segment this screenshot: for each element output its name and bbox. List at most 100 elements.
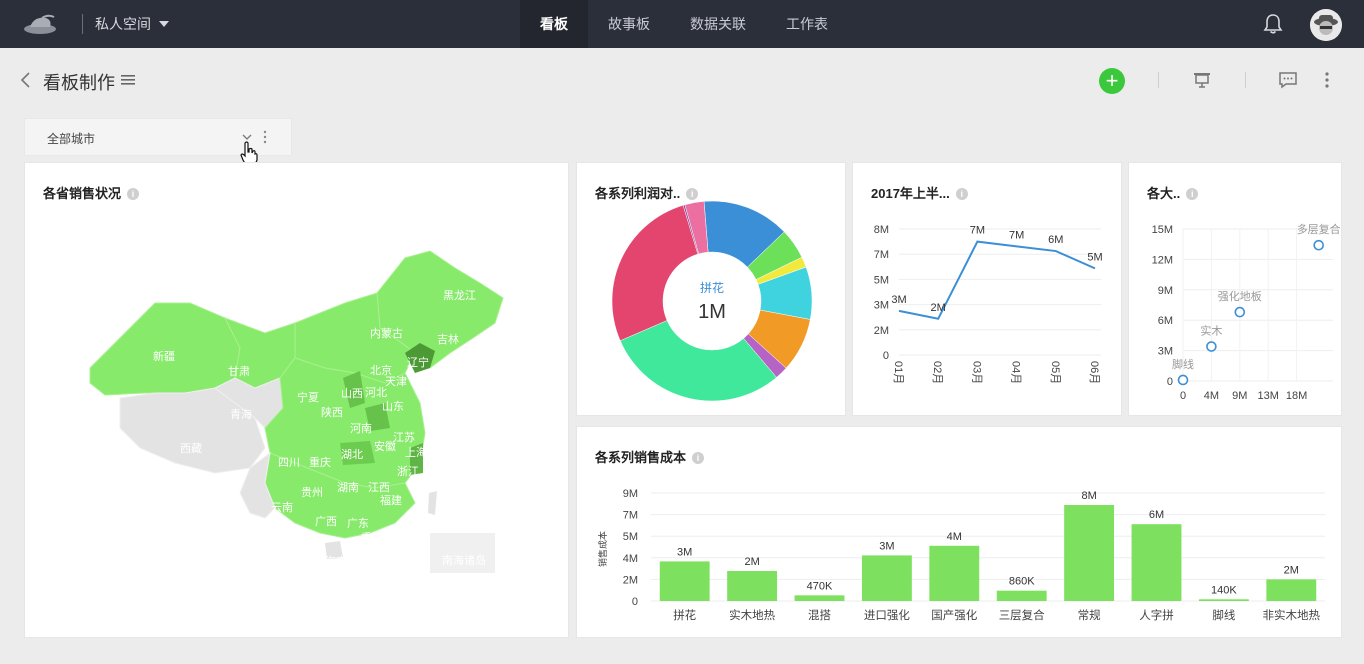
x-tick-label: 进口强化 — [864, 608, 910, 622]
nav-tab-storyboard[interactable]: 故事板 — [588, 0, 670, 48]
bar[interactable] — [1198, 599, 1249, 601]
x-tick-label: 06月 — [1088, 361, 1100, 384]
x-tick-label: 05月 — [1049, 361, 1061, 384]
bell-icon[interactable] — [1262, 13, 1284, 35]
add-widget-button[interactable]: + — [1099, 68, 1125, 94]
scatter-point[interactable] — [1177, 374, 1189, 386]
donut-center-value: 1M — [698, 301, 726, 323]
more-vertical-icon[interactable] — [1319, 70, 1335, 90]
city-filter-label: 全部城市 — [47, 132, 96, 146]
logo-icon[interactable] — [22, 12, 58, 36]
bar[interactable] — [727, 571, 778, 601]
back-arrow-icon[interactable] — [16, 70, 36, 90]
x-tick-label: 脚线 — [1212, 608, 1235, 622]
province-label: 北京 — [370, 363, 392, 377]
data-label: 2M — [1284, 564, 1299, 576]
line-series[interactable] — [898, 240, 1096, 320]
province-label: 台湾 — [401, 514, 423, 528]
y-tick-label: 5M — [623, 531, 638, 543]
bar[interactable] — [659, 561, 710, 601]
map-region-xinjiang — [89, 302, 241, 396]
line-chart[interactable]: 02M3M5M7M8M3M2M7M 7M 6M5M01月 02月 03月 04月 05月 06… — [853, 163, 1123, 417]
x-tick-label: 国产强化 — [931, 608, 977, 622]
x-tick-label: 9M — [1232, 390, 1247, 402]
province-label: 南海诸岛 — [442, 553, 486, 567]
province-label: 安徽 — [374, 439, 396, 453]
scatter-point[interactable] — [1234, 306, 1246, 318]
bar[interactable] — [1064, 505, 1115, 601]
y-axis-label: 销售成本 — [597, 531, 608, 567]
hamburger-menu-icon[interactable] — [121, 73, 135, 87]
scatter-chart[interactable]: 0 3M 6M 9M 12M 15M 0 4M 9M 13M 18M 脚线 实木 强化地板 多层复合 — [1129, 163, 1343, 417]
bar[interactable] — [929, 545, 980, 601]
province-label: 新疆 — [153, 349, 175, 363]
space-label: 私人空间 — [95, 16, 151, 32]
province-label: 宁夏 — [297, 390, 319, 404]
x-tick-label: 实木地热 — [729, 608, 775, 622]
donut-center-label: 拼花 — [700, 280, 724, 295]
map-region-south-sea — [430, 533, 495, 573]
toolbar-divider — [1245, 72, 1246, 88]
province-label: 重庆 — [309, 455, 331, 469]
nav-tab-data-relations[interactable]: 数据关联 — [670, 0, 766, 48]
x-tick-label: 三层复合 — [999, 608, 1045, 622]
province-label: 湖北 — [341, 448, 363, 461]
province-label: 江西 — [368, 481, 390, 494]
bar[interactable] — [1131, 524, 1182, 601]
province-label: 贵州 — [301, 486, 323, 499]
x-tick-label: 拼花 — [673, 608, 696, 622]
data-label: 6M — [1149, 509, 1164, 521]
scatter-point[interactable] — [1206, 341, 1217, 352]
province-label: 河南 — [350, 422, 372, 435]
province-label: 云南 — [271, 501, 293, 514]
more-vertical-icon[interactable] — [262, 129, 268, 145]
province-label: 福建 — [380, 493, 402, 507]
nav-tab-dashboard[interactable]: 看板 — [520, 0, 588, 48]
toolbar-divider — [1158, 72, 1159, 88]
page-title: 看板制作 — [43, 73, 115, 93]
donut-chart[interactable]: 拼花 1M — [577, 163, 847, 417]
nav-tab-worksheet[interactable]: 工作表 — [766, 0, 848, 48]
data-label: 140K — [1211, 584, 1237, 596]
bar[interactable] — [996, 590, 1047, 601]
province-label: 天津 — [385, 375, 407, 388]
x-tick-label: 04月 — [1010, 361, 1022, 384]
province-label: 陕西 — [321, 405, 343, 419]
bar[interactable] — [861, 555, 912, 601]
user-avatar[interactable] — [1310, 9, 1342, 41]
province-label: 内蒙古 — [370, 326, 403, 340]
province-label: 香港 — [361, 531, 383, 544]
bar[interactable] — [1266, 579, 1317, 601]
space-switcher[interactable]: 私人空间 — [82, 14, 169, 34]
main-nav: 看板 故事板 数据关联 工作表 — [520, 0, 848, 48]
x-tick-label: 人字拼 — [1139, 608, 1174, 622]
data-label: 860K — [1009, 576, 1035, 588]
data-label: 4M — [947, 531, 962, 543]
province-label: 山东 — [382, 400, 404, 413]
x-tick-label: 03月 — [970, 361, 982, 384]
y-tick-label: 0 — [1167, 376, 1173, 388]
data-label: 3M — [677, 546, 692, 558]
chevron-down-icon — [159, 21, 169, 27]
presentation-icon[interactable] — [1192, 70, 1212, 90]
province-label: 浙江 — [397, 465, 419, 478]
province-label: 黑龙江 — [443, 289, 476, 302]
point-label: 多层复合 — [1297, 222, 1341, 236]
donut-card: 各系列利润对.. i 拼花 1M — [576, 162, 846, 416]
y-tick-label: 7M — [874, 249, 889, 261]
province-label: 山西 — [341, 387, 363, 400]
data-label: 7M — [970, 225, 985, 237]
x-tick-label: 01月 — [892, 361, 904, 384]
comment-icon[interactable] — [1278, 70, 1298, 90]
y-tick-label: 2M — [874, 325, 889, 337]
data-label: 470K — [807, 580, 833, 592]
y-tick-label: 7M — [623, 510, 638, 522]
province-label: 广东 — [347, 517, 369, 530]
data-label: 2M — [744, 556, 759, 568]
bar[interactable] — [794, 595, 845, 601]
bar-chart[interactable]: 0 2M 4M 5M 7M 9M 销售成本 3M 拼花 2M 实木地热 470K 混搭 3M 进口强化 4M 国… — [577, 427, 1343, 639]
map-card: 各省销售状况i 黑龙江 吉林 辽宁 内蒙古 新疆 甘肃 青海 西藏 宁夏 山西 — [24, 162, 569, 638]
donut-slice[interactable] — [611, 204, 699, 342]
point-label: 脚线 — [1172, 357, 1194, 371]
scatter-point[interactable] — [1313, 239, 1324, 251]
